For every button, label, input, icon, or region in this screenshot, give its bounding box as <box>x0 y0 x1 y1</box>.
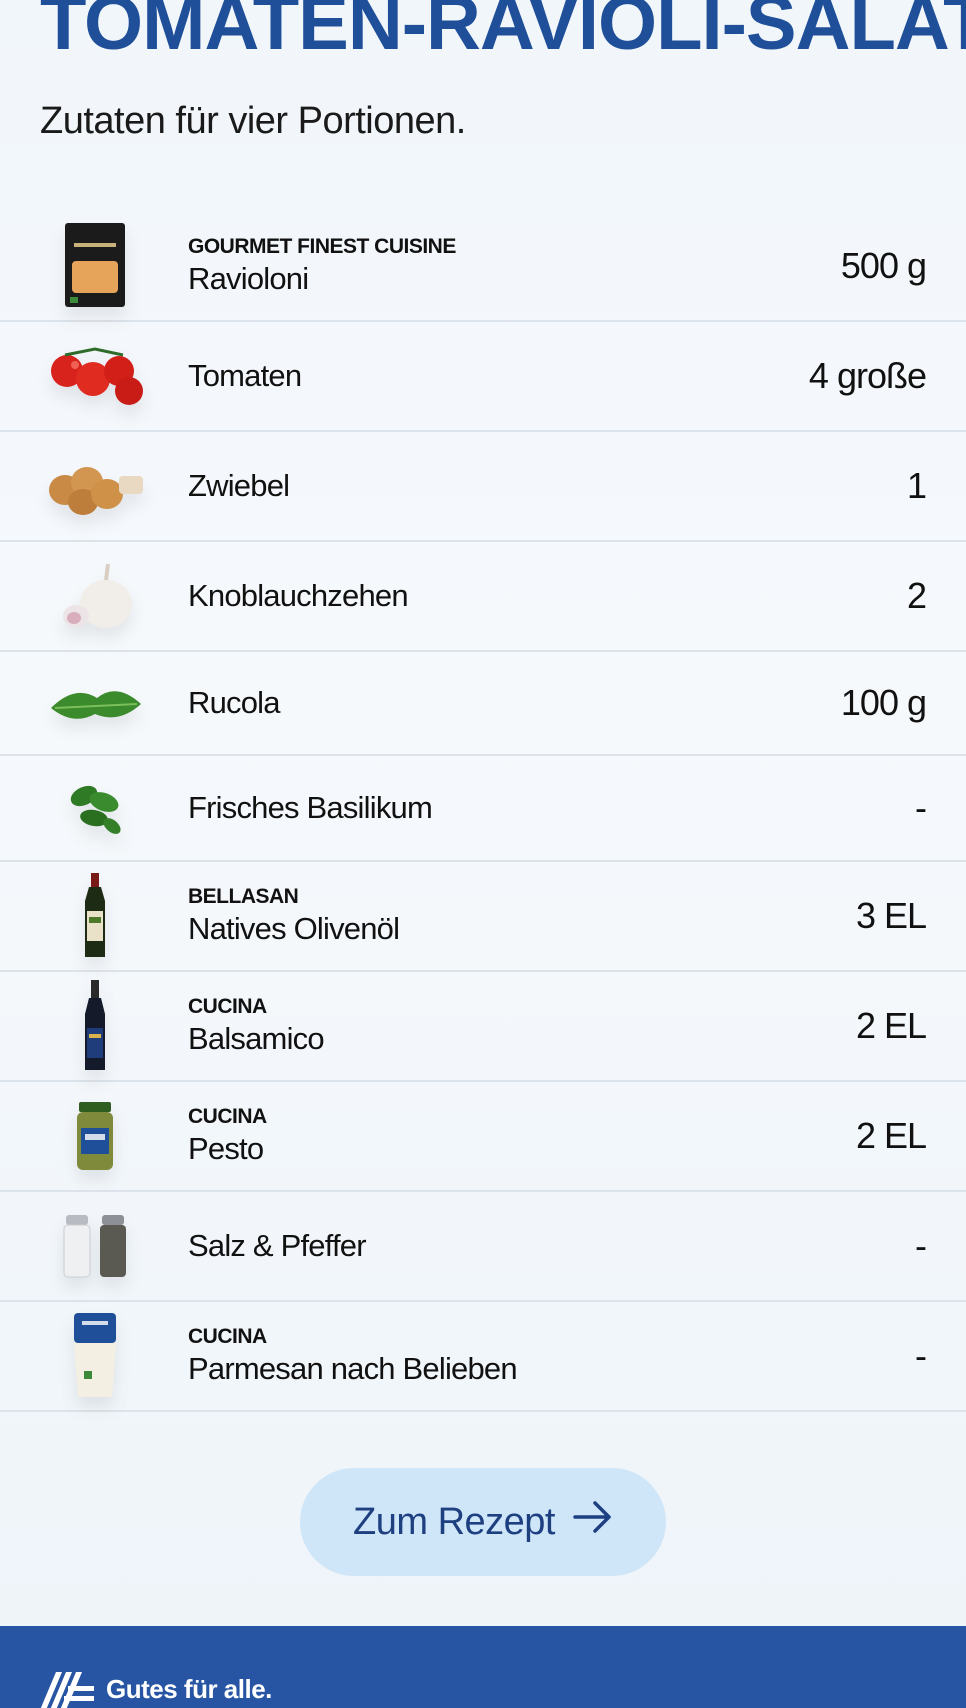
ingredient-row-tomaten: Tomaten 4 große <box>0 322 966 432</box>
ingredient-name: Parmesan nach Belieben <box>188 1351 518 1386</box>
ingredient-row-olivenoel: BELLASAN Natives Olivenöl 3 EL <box>0 862 966 972</box>
ingredient-name: Pesto <box>188 1131 264 1166</box>
ingredient-name: Ravioloni <box>188 261 309 296</box>
zum-rezept-button[interactable]: Zum Rezept <box>300 1468 666 1576</box>
ingredient-row-zwiebel: Zwiebel 1 <box>0 432 966 542</box>
salt-pepper-shakers-icon <box>40 1213 150 1279</box>
garlic-icon <box>40 558 150 634</box>
page-subtitle: Zutaten für vier Portionen. <box>40 100 466 142</box>
ingredient-brand: CUCINA <box>188 995 267 1018</box>
ingredient-amount: 3 EL <box>855 895 927 936</box>
ingredient-amount: - <box>915 1225 927 1266</box>
ingredient-amount: - <box>915 787 927 828</box>
footer: Gutes für alle. <box>0 1626 966 1708</box>
rucola-icon <box>40 678 150 728</box>
ingredient-row-balsamico: CUCINA Balsamico 2 EL <box>0 972 966 1082</box>
ingredient-name: Balsamico <box>188 1021 325 1056</box>
ingredient-amount: 2 <box>906 575 927 616</box>
olive-oil-bottle-icon <box>40 871 150 961</box>
ingredient-amount: 500 g <box>840 245 927 286</box>
ingredient-row-pesto: CUCINA Pesto 2 EL <box>0 1082 966 1192</box>
ingredient-name: Zwiebel <box>188 468 290 503</box>
ingredient-brand: GOURMET FINEST CUISINE <box>188 235 456 258</box>
footer-slogan: Gutes für alle. <box>106 1674 272 1704</box>
ingredient-name: Tomaten <box>188 358 302 393</box>
ingredient-amount: 2 EL <box>855 1115 927 1156</box>
ingredient-amount: - <box>915 1335 927 1376</box>
ingredient-brand: CUCINA <box>188 1105 267 1128</box>
ingredient-row-basilikum: Frisches Basilikum - <box>0 756 966 862</box>
ingredient-brand: CUCINA <box>188 1325 267 1348</box>
ingredient-row-ravioloni: GOURMET FINEST CUISINE Ravioloni 500 g <box>0 212 966 322</box>
ingredient-name: Frisches Basilikum <box>188 790 433 825</box>
ingredient-amount: 4 große <box>808 355 927 396</box>
ingredient-row-rucola: Rucola 100 g <box>0 652 966 756</box>
ingredient-row-salz-pfeffer: Salz & Pfeffer - <box>0 1192 966 1302</box>
cta-label: Zum Rezept <box>353 1500 555 1543</box>
balsamico-bottle-icon <box>40 978 150 1074</box>
basil-icon <box>40 776 150 840</box>
tomatoes-icon <box>40 341 150 411</box>
ingredient-list: GOURMET FINEST CUISINE Ravioloni 500 g T… <box>0 212 966 1412</box>
ravioloni-package-icon <box>40 221 150 311</box>
ingredient-brand: BELLASAN <box>188 885 299 908</box>
ingredient-name: Salz & Pfeffer <box>188 1228 367 1263</box>
ingredient-name: Natives Olivenöl <box>188 911 400 946</box>
onions-icon <box>40 454 150 518</box>
arrow-right-icon <box>573 1500 613 1544</box>
ingredient-amount: 100 g <box>840 682 927 723</box>
ingredient-row-parmesan: CUCINA Parmesan nach Belieben - <box>0 1302 966 1412</box>
ingredient-row-knoblauch: Knoblauchzehen 2 <box>0 542 966 652</box>
page-title: TOMATEN-RAVIOLI-SALAT <box>40 0 966 66</box>
ingredient-name: Knoblauchzehen <box>188 578 409 613</box>
parmesan-package-icon <box>40 1311 150 1401</box>
ingredient-name: Rucola <box>188 685 281 720</box>
pesto-jar-icon <box>40 1100 150 1172</box>
aldi-logo-icon[interactable] <box>38 1670 96 1708</box>
ingredient-amount: 1 <box>906 465 927 506</box>
ingredient-amount: 2 EL <box>855 1005 927 1046</box>
recipe-ingredients-page: TOMATEN-RAVIOLI-SALAT Zutaten für vier P… <box>0 0 966 1708</box>
